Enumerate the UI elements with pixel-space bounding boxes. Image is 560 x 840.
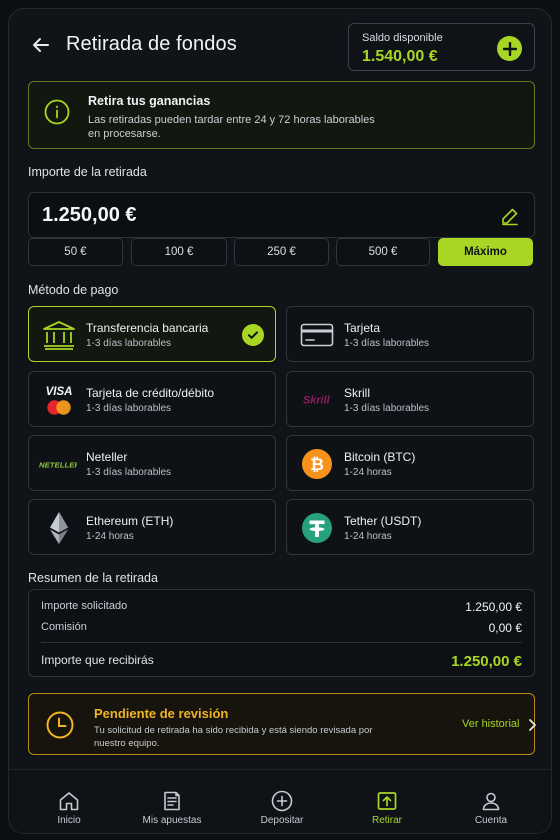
- bottom-nav: Inicio Mis apuestas Depositar Retirar Cu…: [9, 769, 551, 833]
- back-arrow-icon[interactable]: [29, 33, 53, 57]
- method-name: Tarjeta: [344, 321, 381, 335]
- method-credit-debit-card[interactable]: VISA Tarjeta de crédito/débito 1-3 días …: [28, 371, 276, 427]
- summary-row-requested: Importe solicitado 1.250,00 €: [41, 600, 522, 614]
- method-name: Tether (USDT): [344, 514, 422, 528]
- clock-icon: [46, 711, 74, 739]
- fee-label: Comisión: [41, 621, 87, 633]
- home-icon: [59, 792, 79, 811]
- page-title: Retirada de fondos: [66, 33, 237, 55]
- nav-item-inicio[interactable]: Inicio: [17, 770, 121, 833]
- method-time: 1-24 horas: [344, 467, 392, 478]
- visa-mastercard-icon: VISA: [41, 382, 77, 418]
- nav-item-cuenta[interactable]: Cuenta: [439, 770, 543, 833]
- summary-row-receive: Importe que recibirás 1.250,00 €: [41, 653, 522, 670]
- withdraw-icon: [377, 792, 397, 810]
- nav-label: Retirar: [371, 815, 402, 826]
- requested-value: 1.250,00 €: [465, 600, 522, 614]
- balance-amount: 1.540,00 €: [362, 48, 438, 65]
- nav-label: Mis apuestas: [142, 815, 202, 826]
- requested-label: Importe solicitado: [41, 600, 128, 612]
- method-time: 1-24 horas: [86, 531, 134, 542]
- summary-row-fee: Comisión 0,00 €: [41, 621, 522, 635]
- method-name: Neteller: [86, 450, 128, 464]
- svg-text:VISA: VISA: [46, 386, 73, 398]
- method-time: 1-3 días laborables: [86, 467, 172, 478]
- method-bitcoin[interactable]: ₿ Bitcoin (BTC) 1-24 horas: [286, 435, 534, 491]
- bitcoin-icon: ₿: [302, 449, 332, 479]
- svg-text:₿: ₿: [310, 455, 324, 475]
- svg-text:Skrill: Skrill: [303, 395, 331, 407]
- method-time: 1-3 días laborables: [344, 338, 430, 349]
- summary-label: Resumen de la retirada: [28, 571, 158, 585]
- plus-icon: [502, 41, 517, 56]
- fee-value: 0,00 €: [488, 621, 522, 635]
- nav-item-depositar[interactable]: Depositar: [230, 770, 334, 833]
- pending-title: Pendiente de revisión: [94, 706, 229, 721]
- method-name: Skrill: [344, 386, 370, 400]
- amount-label: Importe de la retirada: [28, 165, 147, 179]
- info-banner: Retira tus ganancias Las retiradas puede…: [28, 81, 535, 149]
- info-description: Las retiradas pueden tardar entre 24 y 7…: [88, 114, 375, 140]
- method-time: 1-3 días laborables: [86, 403, 172, 414]
- amount-field[interactable]: 1.250,00 €: [28, 192, 535, 238]
- neteller-logo-icon: NETELLER: [39, 446, 77, 482]
- selected-check-icon: [242, 324, 264, 346]
- pending-description: Tu solicitud de retirada ha sido recibid…: [94, 725, 373, 749]
- quick-amount-50[interactable]: 50 €: [28, 238, 123, 266]
- receive-value: 1.250,00 €: [451, 653, 522, 670]
- method-name: Ethereum (ETH): [86, 514, 174, 528]
- balance-label: Saldo disponible: [362, 32, 443, 44]
- chevron-right-icon[interactable]: [525, 718, 539, 732]
- withdrawal-summary: Importe solicitado 1.250,00 € Comisión 0…: [28, 589, 535, 677]
- info-icon: [44, 99, 70, 125]
- payment-method-label: Método de pago: [28, 283, 119, 297]
- receive-label: Importe que recibirás: [41, 653, 154, 667]
- balance-card: Saldo disponible 1.540,00 €: [348, 23, 535, 71]
- card-icon: [300, 323, 334, 347]
- pending-review-banner: Pendiente de revisión Tu solicitud de re…: [28, 693, 536, 755]
- divider: [41, 642, 522, 643]
- nav-item-mis-apuestas[interactable]: Mis apuestas: [120, 770, 224, 833]
- method-skrill[interactable]: Skrill Skrill 1-3 días laborables: [286, 371, 534, 427]
- method-time: 1-3 días laborables: [86, 338, 172, 349]
- method-name: Bitcoin (BTC): [344, 450, 416, 464]
- nav-label: Cuenta: [474, 815, 508, 826]
- method-name: Tarjeta de crédito/débito: [86, 386, 215, 400]
- method-name: Transferencia bancaria: [86, 321, 209, 335]
- method-time: 1-24 horas: [344, 531, 392, 542]
- method-neteller[interactable]: NETELLER Neteller 1-3 días laborables: [28, 435, 276, 491]
- amount-value: 1.250,00 €: [42, 204, 137, 226]
- svg-text:NETELLER: NETELLER: [39, 460, 77, 469]
- method-card[interactable]: Tarjeta 1-3 días laborables: [286, 306, 534, 362]
- bank-icon: [43, 321, 75, 350]
- edit-icon[interactable]: [500, 206, 520, 226]
- tether-icon: [302, 513, 332, 543]
- method-tether[interactable]: Tether (USDT) 1-24 horas: [286, 499, 534, 555]
- header: Retirada de fondos Saldo disponible 1.54…: [9, 9, 551, 85]
- quick-amount-500[interactable]: 500 €: [336, 238, 430, 266]
- method-ethereum[interactable]: Ethereum (ETH) 1-24 horas: [28, 499, 276, 555]
- ethereum-icon: [50, 512, 68, 544]
- nav-label: Depositar: [260, 815, 304, 826]
- quick-amount-250[interactable]: 250 €: [234, 238, 329, 266]
- view-history-link[interactable]: Ver historial: [462, 718, 519, 730]
- skrill-logo-icon: Skrill: [299, 382, 335, 418]
- method-bank-transfer[interactable]: Transferencia bancaria 1-3 días laborabl…: [28, 306, 276, 362]
- bets-icon: [164, 791, 180, 811]
- method-time: 1-3 días laborables: [344, 403, 430, 414]
- quick-amount-max[interactable]: Máximo: [438, 238, 533, 266]
- quick-amount-100[interactable]: 100 €: [131, 238, 227, 266]
- nav-item-retirar[interactable]: Retirar: [335, 770, 439, 833]
- app-frame: Retirada de fondos Saldo disponible 1.54…: [8, 8, 552, 834]
- user-icon: [482, 792, 500, 811]
- add-funds-button[interactable]: [497, 36, 522, 61]
- plus-circle-icon: [271, 790, 293, 812]
- info-title: Retira tus ganancias: [88, 94, 211, 108]
- nav-label: Inicio: [57, 815, 81, 826]
